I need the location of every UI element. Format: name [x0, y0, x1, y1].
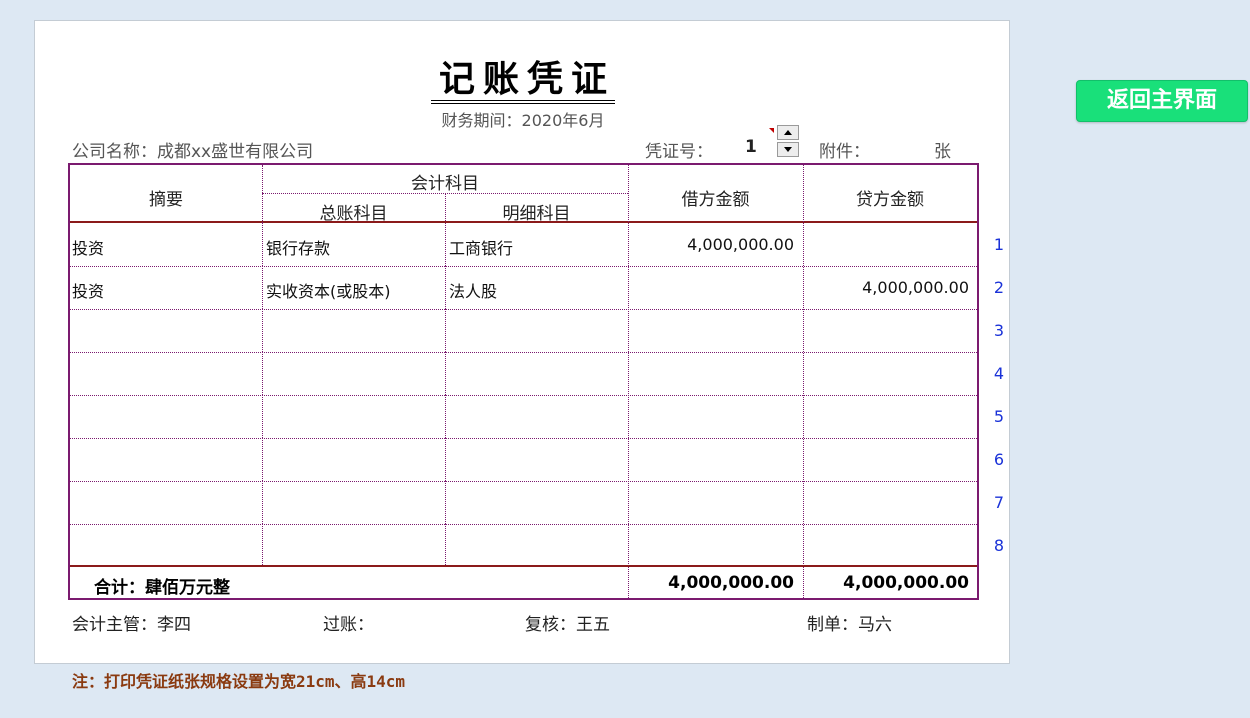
cell-detail[interactable]: 工商银行 — [449, 235, 627, 259]
col-divider — [262, 309, 263, 352]
header-credit: 贷方金额 — [856, 190, 924, 210]
header-bottom-rule — [70, 221, 977, 223]
row-divider — [70, 481, 977, 482]
cell-summary[interactable]: 投资 — [72, 235, 260, 259]
company-line: 公司名称：成都xx盛世有限公司 — [72, 137, 313, 162]
sig-posting: 过账： — [323, 615, 374, 635]
attachment-unit: 张 — [934, 142, 951, 162]
row-divider — [70, 438, 977, 439]
company-name: 成都xx盛世有限公司 — [157, 142, 314, 162]
col-divider — [445, 223, 446, 266]
cell-summary[interactable]: 投资 — [72, 278, 260, 302]
line-number: 1 — [993, 235, 1005, 254]
total-credit: 4,000,000.00 — [843, 573, 969, 593]
voucher-sheet: 记账凭证 财务期间：2020年6月 公司名称：成都xx盛世有限公司 凭证号： 1… — [34, 20, 1010, 664]
comment-marker-icon — [769, 128, 774, 133]
attachment-label: 附件： — [819, 142, 870, 162]
company-label: 公司名称： — [72, 142, 157, 162]
voucher-no-value[interactable]: 1 — [745, 137, 757, 157]
col-divider — [262, 524, 263, 567]
row-divider — [70, 309, 977, 310]
col-divider — [803, 165, 804, 598]
cell-credit[interactable]: 4,000,000.00 — [803, 278, 969, 297]
col-divider — [445, 309, 446, 352]
col-divider — [445, 524, 446, 567]
cell-debit[interactable]: 4,000,000.00 — [628, 235, 794, 254]
sig-supervisor: 会计主管：李四 — [72, 615, 191, 635]
spin-down-button[interactable] — [777, 142, 799, 157]
row-divider — [70, 395, 977, 396]
header-account: 会计科目 — [411, 174, 479, 194]
spin-up-button[interactable] — [777, 125, 799, 140]
col-divider — [262, 352, 263, 395]
arrow-up-icon — [784, 130, 792, 135]
header-summary: 摘要 — [149, 190, 183, 210]
line-number: 4 — [993, 364, 1005, 383]
row-divider — [70, 266, 977, 267]
period-value: 2020年6月 — [521, 111, 605, 130]
total-debit: 4,000,000.00 — [668, 573, 794, 593]
col-divider — [628, 165, 629, 598]
voucher-title: 记账凭证 — [35, 58, 1011, 104]
voucher-table: 摘要 会计科目 总账科目 明细科目 借方金额 贷方金额 投资 银行存款 工商银行 4,… — [68, 163, 979, 600]
cell-general[interactable]: 实收资本(或股本) — [266, 278, 444, 302]
line-number: 7 — [993, 493, 1005, 512]
total-label: 合计：肆佰万元整 — [94, 578, 230, 598]
total-top-rule — [70, 565, 977, 567]
period-label: 财务期间： — [441, 111, 522, 130]
col-divider — [262, 481, 263, 524]
col-divider — [445, 395, 446, 438]
col-divider — [445, 266, 446, 309]
print-note: 注：打印凭证纸张规格设置为宽21cm、高14cm — [72, 672, 406, 691]
arrow-down-icon — [784, 147, 792, 152]
cell-detail[interactable]: 法人股 — [449, 278, 627, 302]
col-divider — [262, 438, 263, 481]
col-divider — [262, 165, 263, 223]
sig-preparer: 制单：马六 — [807, 615, 892, 635]
row-divider — [70, 524, 977, 525]
line-number: 6 — [993, 450, 1005, 469]
period-line: 财务期间：2020年6月 — [35, 107, 1011, 131]
line-number: 3 — [993, 321, 1005, 340]
col-divider — [445, 352, 446, 395]
col-divider — [262, 223, 263, 266]
voucher-title-text: 记账凭证 — [430, 60, 615, 104]
header-sub-divider — [445, 193, 446, 221]
cell-general[interactable]: 银行存款 — [266, 235, 444, 259]
line-number: 2 — [993, 278, 1005, 297]
line-number: 8 — [993, 536, 1005, 555]
header-debit: 借方金额 — [681, 190, 750, 210]
voucher-no-spinner[interactable] — [777, 125, 801, 159]
col-divider — [445, 438, 446, 481]
col-divider — [262, 266, 263, 309]
col-divider — [445, 481, 446, 524]
voucher-no-label: 凭证号： — [645, 142, 713, 162]
line-number: 5 — [993, 407, 1005, 426]
back-to-main-button[interactable]: 返回主界面 — [1076, 80, 1248, 122]
sig-review: 复核：王五 — [525, 615, 610, 635]
row-divider — [70, 352, 977, 353]
col-divider — [262, 395, 263, 438]
